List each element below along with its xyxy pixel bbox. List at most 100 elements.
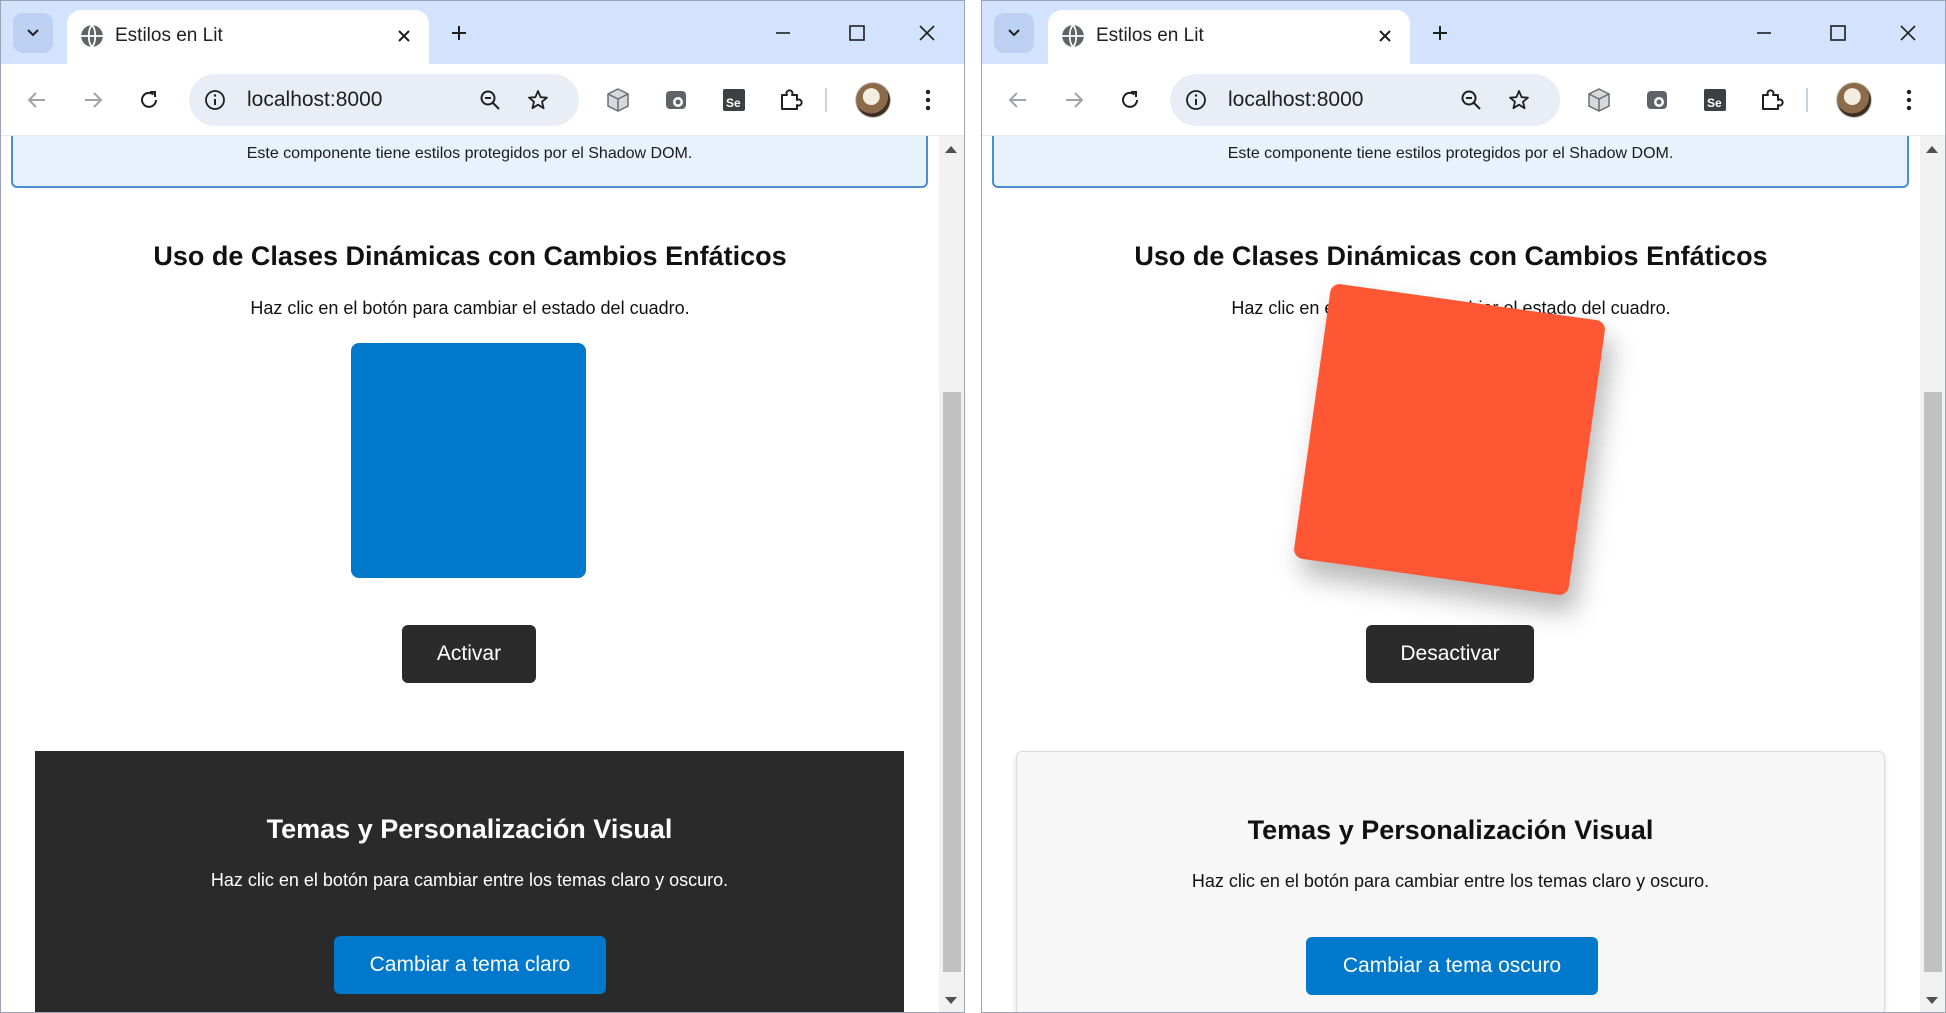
scroll-down-arrow[interactable] <box>945 997 957 1004</box>
maximize-button[interactable] <box>1812 10 1864 56</box>
reload-button[interactable] <box>1110 80 1150 120</box>
forward-button[interactable] <box>73 80 113 120</box>
selenium-extension-icon: Se <box>723 89 745 111</box>
switch-theme-button[interactable]: Cambiar a tema claro <box>334 936 606 994</box>
site-info-button[interactable] <box>1182 86 1210 114</box>
toolbar: localhost:8000 Se <box>1 64 964 136</box>
plus-icon <box>1433 26 1447 40</box>
minimize-button[interactable] <box>1738 10 1790 56</box>
extensions-button[interactable] <box>1754 83 1788 117</box>
scroll-thumb[interactable] <box>943 392 961 972</box>
scroll-thumb[interactable] <box>1924 392 1942 972</box>
active-tab[interactable]: Estilos en Lit <box>67 10 429 64</box>
tab-search-button[interactable] <box>13 13 53 53</box>
toolbar-separator <box>825 88 827 112</box>
star-icon <box>528 90 548 110</box>
devtools-extension-icon <box>666 91 686 109</box>
close-icon <box>1379 30 1391 42</box>
deactivate-button[interactable]: Desactivar <box>1366 625 1534 683</box>
address-bar[interactable]: localhost:8000 <box>189 74 579 126</box>
theme-card: Temas y Personalización Visual Haz clic … <box>1016 751 1885 1012</box>
devtools-extension-icon <box>1647 91 1667 109</box>
shadow-dom-note: Este componente tiene estilos protegidos… <box>992 136 1909 188</box>
toolbar-separator <box>1806 88 1808 112</box>
bookmark-button[interactable] <box>1504 85 1534 115</box>
reload-button[interactable] <box>129 80 169 120</box>
active-tab[interactable]: Estilos en Lit <box>1048 10 1410 64</box>
close-window-button[interactable] <box>1882 10 1934 56</box>
vertical-scrollbar[interactable] <box>1920 136 1945 1012</box>
back-button[interactable] <box>17 80 57 120</box>
close-tab-button[interactable] <box>1370 21 1400 51</box>
title-bar: Estilos en Lit <box>982 1 1945 64</box>
zoom-icon <box>480 90 500 110</box>
minimize-button[interactable] <box>757 10 809 56</box>
themes-description: Haz clic en el botón para cambiar entre … <box>210 870 729 890</box>
profile-avatar[interactable] <box>855 82 891 118</box>
kebab-menu-icon <box>925 89 931 111</box>
extensions-button[interactable] <box>773 83 807 117</box>
url-text: localhost:8000 <box>1228 88 1364 111</box>
close-tab-button[interactable] <box>389 21 419 51</box>
site-info-button[interactable] <box>201 86 229 114</box>
browser-window-right: Estilos en Lit localhost:8000 Se Este co… <box>981 0 1946 1013</box>
scroll-up-arrow[interactable] <box>945 146 957 153</box>
zoom-button[interactable] <box>1456 85 1486 115</box>
globe-icon <box>1062 24 1084 48</box>
themes-title: Temas y Personalización Visual <box>266 814 673 844</box>
devtools-extension-button[interactable] <box>659 83 693 117</box>
vertical-scrollbar[interactable] <box>939 136 964 1012</box>
maximize-button[interactable] <box>831 10 883 56</box>
selenium-extension-button[interactable]: Se <box>1698 83 1732 117</box>
new-tab-button[interactable] <box>1422 15 1458 51</box>
url-text: localhost:8000 <box>247 88 383 111</box>
themes-description: Haz clic en el botón para cambiar entre … <box>1191 871 1710 891</box>
reload-icon <box>1122 91 1138 108</box>
cube-extension-button[interactable] <box>1582 83 1616 117</box>
state-box <box>351 343 586 578</box>
switch-theme-button[interactable]: Cambiar a tema oscuro <box>1306 937 1598 995</box>
browser-menu-button[interactable] <box>913 82 943 118</box>
browser-window-left: Estilos en Lit localhost:8000 Se Este co… <box>0 0 965 1013</box>
activate-button[interactable]: Activar <box>402 625 536 683</box>
cube-extension-button[interactable] <box>601 83 635 117</box>
close-icon <box>1900 25 1916 41</box>
maximize-icon <box>849 25 865 41</box>
close-window-button[interactable] <box>901 10 953 56</box>
back-icon <box>1008 92 1026 108</box>
selenium-extension-button[interactable]: Se <box>717 83 751 117</box>
back-button[interactable] <box>998 80 1038 120</box>
minimize-icon <box>1757 32 1771 34</box>
minimize-icon <box>776 32 790 34</box>
new-tab-button[interactable] <box>441 15 477 51</box>
zoom-button[interactable] <box>475 85 505 115</box>
shadow-dom-note: Este componente tiene estilos protegidos… <box>11 136 928 188</box>
zoom-icon <box>1461 90 1481 110</box>
puzzle-extension-icon <box>781 89 803 110</box>
maximize-icon <box>1830 25 1846 41</box>
bookmark-button[interactable] <box>523 85 553 115</box>
svg-text:Se: Se <box>1707 96 1722 110</box>
svg-text:Se: Se <box>726 96 741 110</box>
toolbar: localhost:8000 Se <box>982 64 1945 136</box>
cube-extension-icon <box>607 88 629 112</box>
kebab-menu-icon <box>1906 89 1912 111</box>
cube-extension-icon <box>1588 88 1610 112</box>
site-info-icon <box>1186 90 1206 110</box>
tab-search-button[interactable] <box>994 13 1034 53</box>
site-info-icon <box>205 90 225 110</box>
profile-avatar[interactable] <box>1836 82 1872 118</box>
theme-card: Temas y Personalización Visual Haz clic … <box>35 751 904 1012</box>
devtools-extension-button[interactable] <box>1640 83 1674 117</box>
scroll-up-arrow[interactable] <box>1926 146 1938 153</box>
themes-title: Temas y Personalización Visual <box>1247 815 1654 845</box>
dynamic-classes-description: Haz clic en el botón para cambiar el est… <box>250 298 690 318</box>
forward-button[interactable] <box>1054 80 1094 120</box>
scroll-down-arrow[interactable] <box>1926 997 1938 1004</box>
browser-menu-button[interactable] <box>1894 82 1924 118</box>
puzzle-extension-icon <box>1762 89 1784 110</box>
globe-icon <box>81 24 103 48</box>
dynamic-classes-title: Uso de Clases Dinámicas con Cambios Enfá… <box>1134 241 1768 271</box>
address-bar[interactable]: localhost:8000 <box>1170 74 1560 126</box>
title-bar: Estilos en Lit <box>1 1 964 64</box>
